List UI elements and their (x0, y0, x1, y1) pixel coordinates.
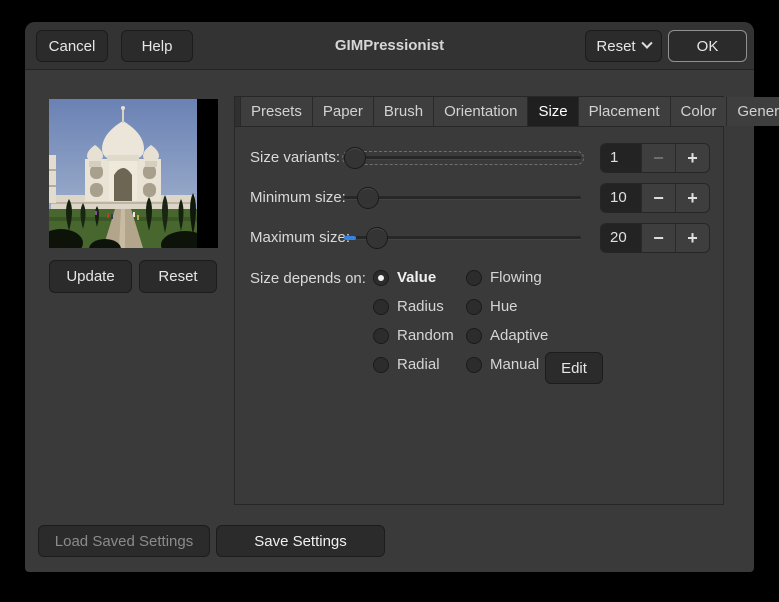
radio-flowing[interactable]: Flowing (466, 263, 548, 292)
reset-menu-label: Reset (596, 38, 635, 55)
minimum-size-spinbox: 10 − + (600, 183, 710, 213)
preview-image (49, 99, 218, 248)
preview-reset-button[interactable]: Reset (139, 260, 217, 293)
tab-size[interactable]: Size (528, 97, 578, 126)
cancel-button[interactable]: Cancel (36, 30, 108, 62)
size-depends-on-options: Value Flowing Radius Hue Random Adaptive (373, 263, 548, 379)
radio-hue[interactable]: Hue (466, 292, 548, 321)
decrement-button[interactable]: − (641, 144, 675, 172)
radio-button-icon (466, 299, 482, 315)
radio-button-icon (373, 357, 389, 373)
size-variants-label: Size variants: (250, 143, 340, 173)
gimpressionist-dialog: GIMPressionist Cancel Help Reset OK (25, 22, 754, 572)
size-variants-value[interactable]: 1 (601, 144, 641, 172)
radio-button-icon (373, 328, 389, 344)
save-settings-button[interactable]: Save Settings (216, 525, 385, 557)
edit-button[interactable]: Edit (545, 352, 603, 384)
load-saved-settings-button: Load Saved Settings (38, 525, 210, 557)
decrement-button[interactable]: − (641, 184, 675, 212)
slider-track (344, 196, 581, 200)
ok-button[interactable]: OK (668, 30, 747, 62)
radio-value[interactable]: Value (373, 263, 466, 292)
titlebar: GIMPressionist Cancel Help Reset OK (25, 22, 754, 70)
tab-strip: Presets Paper Brush Orientation Size Pla… (234, 96, 724, 127)
size-variants-slider[interactable] (344, 143, 581, 173)
radio-button-icon (466, 357, 482, 373)
slider-track (344, 156, 581, 160)
radio-random[interactable]: Random (373, 321, 466, 350)
tab-color[interactable]: Color (671, 97, 728, 126)
slider-knob[interactable] (344, 147, 366, 169)
radio-button-icon (373, 270, 389, 286)
increment-button[interactable]: + (675, 184, 709, 212)
minimum-size-value[interactable]: 10 (601, 184, 641, 212)
chevron-down-icon (641, 38, 652, 49)
reset-menu-button[interactable]: Reset (585, 30, 662, 62)
size-variants-row: Size variants: 1 − + (234, 143, 724, 173)
radio-adaptive[interactable]: Adaptive (466, 321, 548, 350)
slider-knob[interactable] (357, 187, 379, 209)
tab-presets[interactable]: Presets (240, 97, 313, 126)
radio-button-icon (373, 299, 389, 315)
size-variants-spinbox: 1 − + (600, 143, 710, 173)
slider-fill (344, 236, 356, 240)
radio-button-icon (466, 270, 482, 286)
size-depends-on-label: Size depends on: (250, 264, 366, 294)
maximum-size-value[interactable]: 20 (601, 224, 641, 252)
increment-button[interactable]: + (675, 224, 709, 252)
increment-button[interactable]: + (675, 144, 709, 172)
preview-frame (49, 99, 218, 248)
minimum-size-label: Minimum size: (250, 183, 346, 213)
tab-general[interactable]: General (727, 97, 779, 126)
maximum-size-label: Maximum size: (250, 223, 350, 253)
minimum-size-slider[interactable] (344, 183, 581, 213)
tab-placement[interactable]: Placement (579, 97, 671, 126)
radio-manual[interactable]: Manual (466, 350, 548, 379)
decrement-button[interactable]: − (641, 224, 675, 252)
help-button[interactable]: Help (121, 30, 193, 62)
settings-notebook: Presets Paper Brush Orientation Size Pla… (234, 96, 724, 505)
maximum-size-row: Maximum size: 20 − + (234, 223, 724, 253)
tab-brush[interactable]: Brush (374, 97, 434, 126)
radio-radius[interactable]: Radius (373, 292, 466, 321)
tab-paper[interactable]: Paper (313, 97, 374, 126)
maximum-size-slider[interactable] (344, 223, 581, 253)
slider-knob[interactable] (366, 227, 388, 249)
tab-orientation[interactable]: Orientation (434, 97, 528, 126)
update-button[interactable]: Update (49, 260, 132, 293)
radio-radial[interactable]: Radial (373, 350, 466, 379)
minimum-size-row: Minimum size: 10 − + (234, 183, 724, 213)
maximum-size-spinbox: 20 − + (600, 223, 710, 253)
radio-button-icon (466, 328, 482, 344)
